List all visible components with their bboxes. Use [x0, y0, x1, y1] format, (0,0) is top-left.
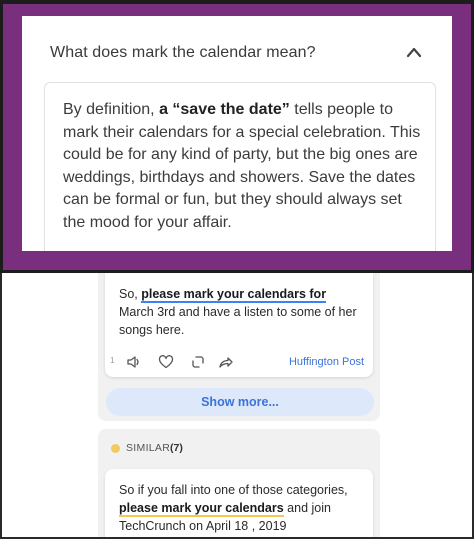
heart-icon[interactable]	[158, 354, 174, 370]
faq-question[interactable]: What does mark the calendar mean?	[50, 44, 316, 62]
example-text-pre: So,	[119, 287, 142, 301]
faq-answer-intro: By definition,	[63, 101, 160, 118]
example-highlight: please mark your calendars for	[141, 287, 327, 303]
faq-card: What does mark the calendar mean? By def…	[22, 16, 452, 251]
example-actions: 1 Huffington Post	[110, 353, 370, 371]
example-index: 1	[110, 356, 115, 365]
similar-text-pre: So if you fall into one of those categor…	[119, 483, 348, 497]
similar-count: (7)	[170, 442, 183, 454]
speaker-icon[interactable]	[126, 354, 142, 370]
similar-highlight: please mark your calendars	[119, 501, 284, 517]
similar-example-sentence: So if you fall into one of those categor…	[119, 481, 363, 535]
example-sentence: So, please mark your calendars for March…	[119, 285, 363, 339]
similar-dot-icon	[111, 444, 120, 453]
copy-icon[interactable]	[190, 354, 206, 370]
example-card: So, please mark your calendars for March…	[105, 273, 373, 377]
faq-answer-box: By definition, a “save the date” tells p…	[44, 82, 436, 251]
faq-panel: What does mark the calendar mean? By def…	[0, 0, 474, 270]
similar-label: SIMILAR	[126, 442, 171, 454]
faq-answer: By definition, a “save the date” tells p…	[63, 99, 421, 234]
faq-answer-body: tells people to mark their calendars for…	[63, 101, 421, 231]
examples-panel: So, please mark your calendars for March…	[0, 273, 474, 539]
source-link[interactable]: Huffington Post	[289, 356, 364, 368]
faq-answer-bold: a “save the date”	[159, 101, 290, 118]
example-text-post: March 3rd and have a listen to some of h…	[119, 305, 357, 337]
share-icon[interactable]	[218, 354, 234, 370]
show-more-button[interactable]: Show more...	[106, 388, 374, 416]
chevron-up-icon[interactable]	[406, 46, 422, 58]
similar-example-card: So if you fall into one of those categor…	[105, 469, 373, 537]
